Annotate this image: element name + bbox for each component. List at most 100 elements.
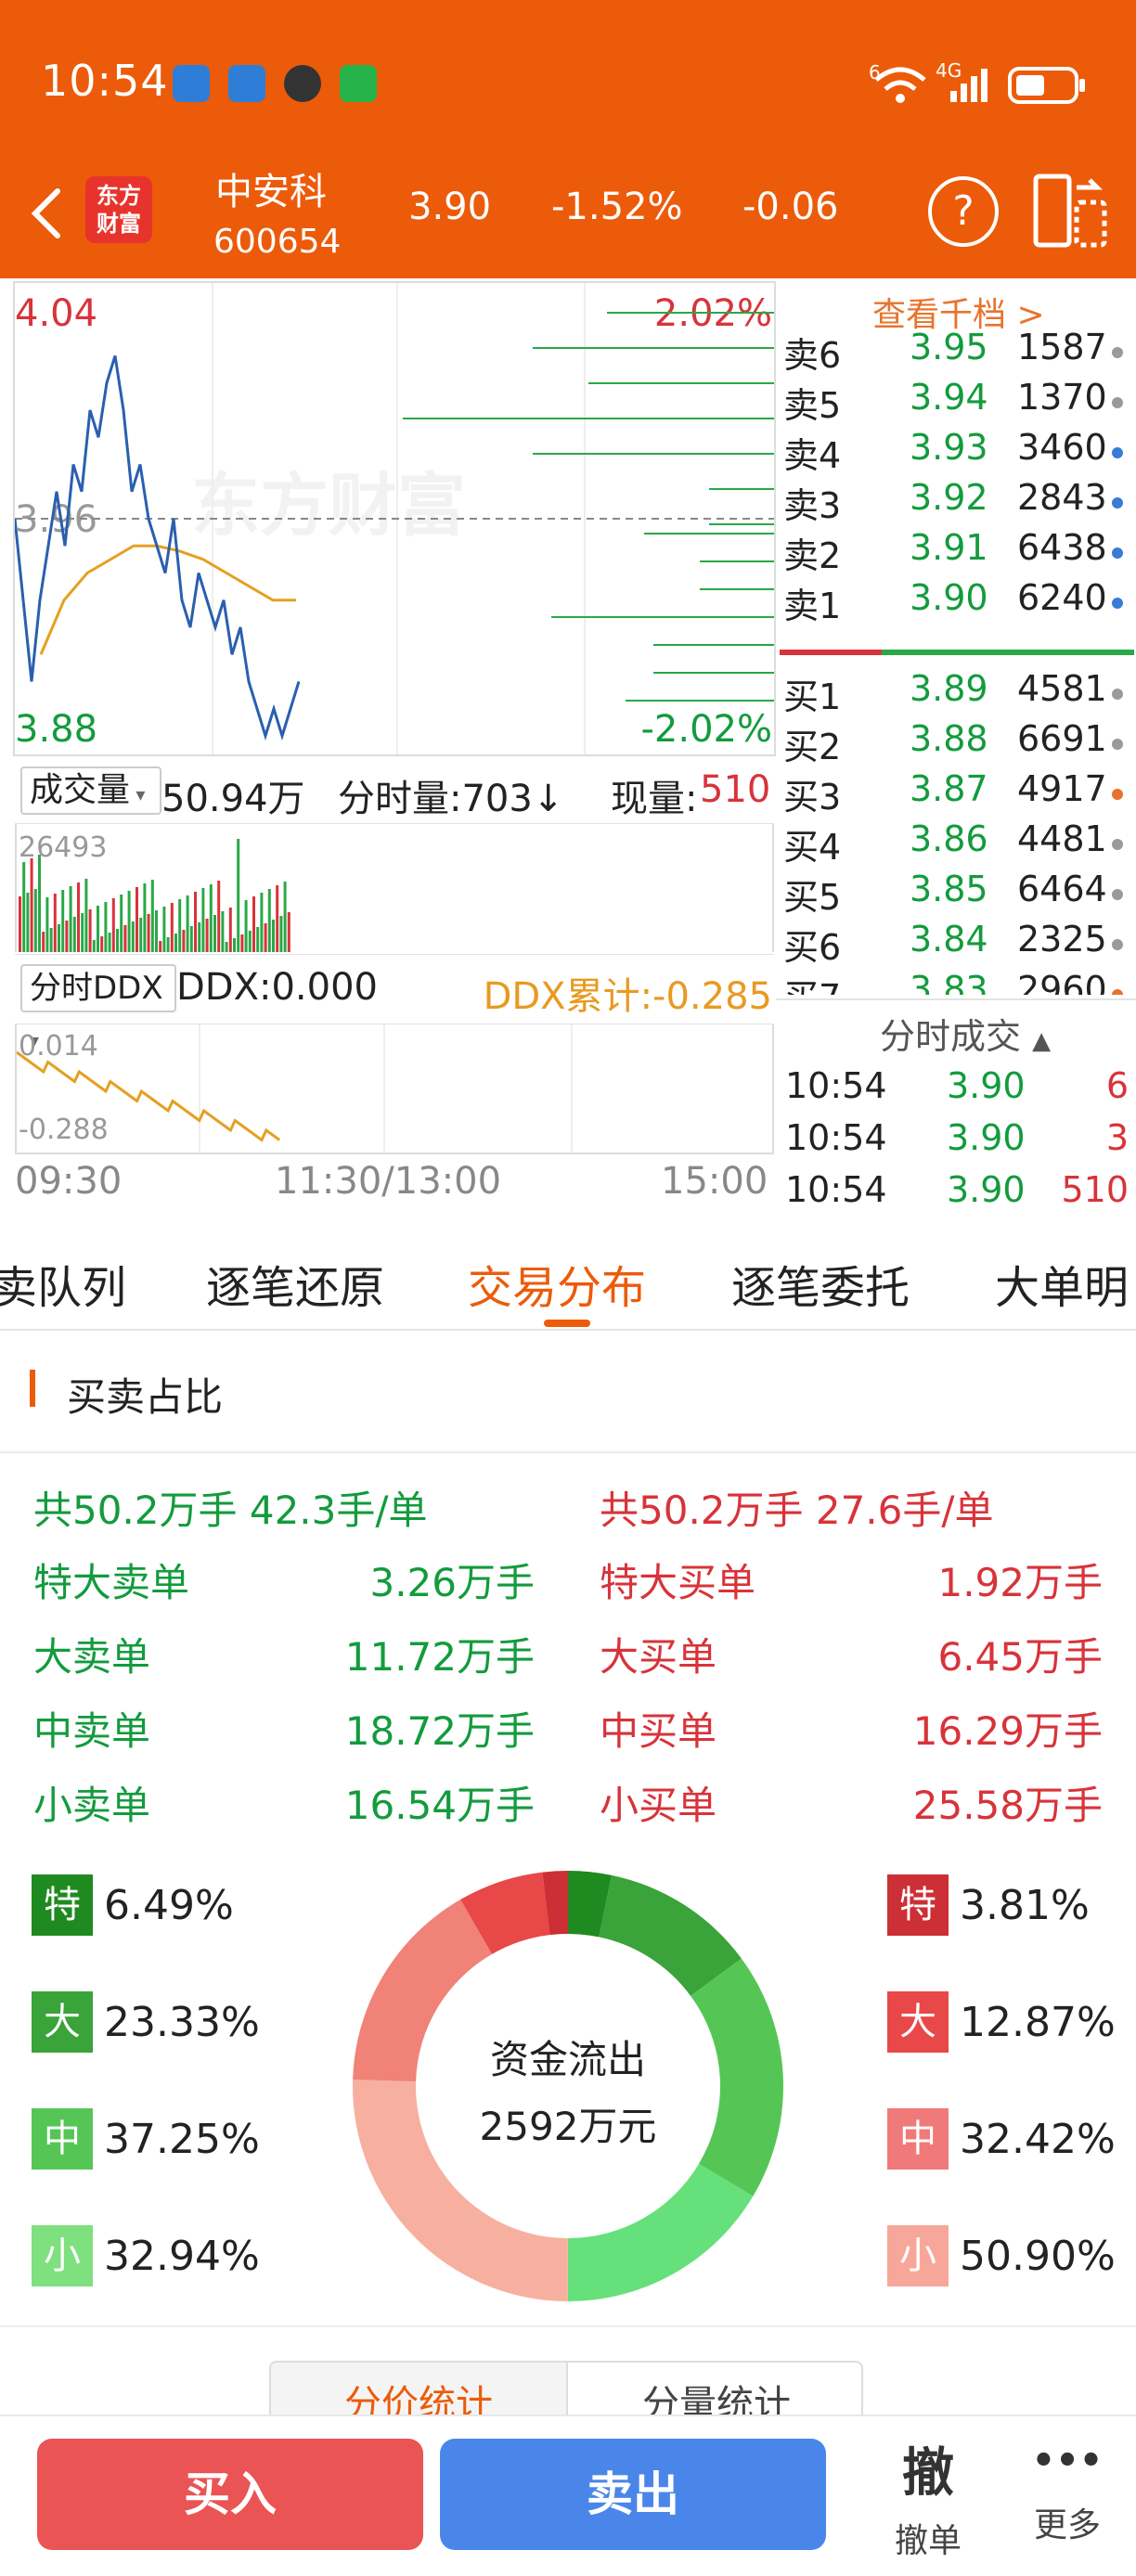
ask-volume: 6438 (1017, 527, 1107, 568)
donut-slice (567, 2163, 754, 2301)
help-button[interactable]: ? (928, 176, 999, 247)
bid-row[interactable]: 买4 3.86 4481 (778, 818, 1136, 869)
bid-row[interactable]: 买6 3.84 2325 (778, 919, 1136, 969)
bid-volume: 4481 (1017, 818, 1107, 859)
bid-row[interactable]: 买7 3.83 2960 (778, 969, 1136, 995)
volume-bar (174, 934, 177, 952)
volume-bar (244, 900, 248, 952)
switch-layout-icon[interactable] (1032, 173, 1108, 249)
volume-bar (42, 932, 45, 952)
ask-row[interactable]: 卖4 3.93 3460 (778, 427, 1136, 477)
ask-row[interactable]: 卖1 3.90 6240 (778, 577, 1136, 627)
intraday-chart[interactable]: 东方财富 4.04 2.02% 3.96 3.88 -2.02% (13, 281, 776, 756)
buy-legend-pct: 12.87% (960, 1999, 1116, 2046)
bid-ask-split-red (780, 650, 882, 655)
ddx-selector[interactable]: 分时DDX ▾ (20, 964, 176, 1051)
bid-price: 3.84 (910, 919, 988, 960)
sell-legend-tag: 特 (32, 1874, 93, 1936)
tab-3[interactable]: 逐笔委托 (731, 1251, 910, 1316)
ask-row[interactable]: 卖5 3.94 1370 (778, 377, 1136, 427)
ask-price: 3.92 (910, 477, 988, 518)
donut-center-value: 2592万元 (479, 2104, 657, 2149)
buy-button[interactable]: 买入 (37, 2439, 423, 2550)
ask-price: 3.95 (910, 327, 988, 367)
buy-row-label: 中买单 (600, 1708, 717, 1754)
volume-chart: 26493 (15, 824, 774, 952)
stock-code: 600654 (213, 223, 342, 261)
bid-row[interactable]: 买1 3.89 4581 (778, 668, 1136, 718)
detail-tabs: 卖队列 逐笔还原 交易分布 逐笔委托 大单明 (0, 1223, 1136, 1331)
buy-row-value: 6.45万手 (937, 1634, 1103, 1680)
time-sales-title[interactable]: 分时成交 ▲ (880, 1008, 1051, 1059)
more-button[interactable]: ••• 更多 (1002, 2431, 1132, 2546)
ask-volume: 1587 (1017, 327, 1107, 367)
ask-label: 卖4 (783, 435, 842, 476)
status-bar: 10:54 6 4G (0, 0, 1136, 158)
sell-button[interactable]: 卖出 (440, 2439, 826, 2550)
volume-bar (240, 934, 244, 952)
volume-selector[interactable]: 成交量 ▾ (20, 766, 161, 815)
sell-legend-tag: 小 (32, 2225, 93, 2286)
trade-price: 3.90 (947, 1117, 1026, 1158)
sell-row-label: 小卖单 (33, 1783, 151, 1828)
bid-volume: 4917 (1017, 768, 1107, 809)
volume-bar (92, 940, 96, 952)
wechat-icon (340, 65, 377, 102)
ask-row[interactable]: 卖2 3.91 6438 (778, 527, 1136, 577)
cancel-order-button[interactable]: 撤 撤单 (863, 2431, 993, 2562)
bid-label: 买5 (783, 877, 842, 918)
bid-row[interactable]: 买3 3.87 4917 (778, 768, 1136, 818)
avg-price-line (39, 544, 296, 655)
sell-legend-pct: 6.49% (104, 1882, 234, 1929)
volume-bar (26, 893, 30, 952)
volume-bar (88, 909, 92, 952)
volume-bar (252, 896, 255, 952)
volume-bar (228, 908, 232, 952)
sell-total: 共50.2万手 42.3手/单 (33, 1488, 428, 1533)
volume-bar (61, 890, 65, 952)
volume-bar (22, 862, 26, 952)
time-start-label: 09:30 (15, 1160, 123, 1203)
sell-row-label: 中卖单 (33, 1708, 151, 1754)
tab-1[interactable]: 逐笔还原 (206, 1251, 384, 1316)
volume-bar (155, 910, 158, 952)
volume-bar (81, 913, 84, 952)
volume-bar (131, 921, 135, 952)
volume-selector-label: 成交量 (30, 771, 131, 809)
ddx-value: DDX:0.000 (176, 966, 378, 1009)
bid-price: 3.86 (910, 818, 988, 859)
back-arrow-icon[interactable] (28, 186, 65, 241)
ddx-header: 分时DDX ▾ DDX:0.000 DDX累计:-0.285 (15, 954, 774, 1051)
bid-row[interactable]: 买5 3.85 6464 (778, 869, 1136, 919)
ask-volume: 3460 (1017, 427, 1107, 468)
more-label: 更多 (1033, 2506, 1101, 2544)
ask-label: 卖3 (783, 485, 842, 526)
tab-2[interactable]: 交易分布 (468, 1251, 646, 1316)
volume-bar (217, 881, 221, 952)
buy-legend-pct: 3.81% (960, 1882, 1090, 1929)
trade-volume: 3 (1105, 1117, 1129, 1158)
battery-icon (1008, 67, 1085, 104)
bid-indicator-dot (1112, 989, 1123, 995)
logo-text-bottom: 财富 (97, 211, 141, 237)
ask-indicator-dot (1112, 598, 1123, 609)
volume-bars (19, 839, 290, 952)
header-price: 3.90 (408, 186, 492, 228)
ddx-line-chart (17, 1024, 573, 1153)
cancel-label: 撤单 (894, 2522, 962, 2560)
volume-bar (49, 928, 53, 952)
stock-name[interactable]: 中安科 (215, 161, 327, 215)
sell-legend-tag: 大 (32, 1991, 93, 2053)
bid-row[interactable]: 买2 3.88 6691 (778, 718, 1136, 768)
volume-bar (221, 911, 225, 952)
ddx-selector-label: 分时DDX (30, 970, 163, 1007)
tab-0[interactable]: 卖队列 (0, 1251, 126, 1316)
trade-price: 3.90 (947, 1169, 1026, 1210)
ask-row[interactable]: 卖3 3.92 2843 (778, 477, 1136, 527)
tab-4[interactable]: 大单明 (995, 1251, 1129, 1316)
volume-bar (189, 926, 193, 952)
ask-row[interactable]: 卖6 3.95 1587 (778, 327, 1136, 377)
volume-bar (248, 931, 252, 952)
ask-label: 卖5 (783, 385, 842, 426)
bid-indicator-dot (1112, 939, 1123, 950)
